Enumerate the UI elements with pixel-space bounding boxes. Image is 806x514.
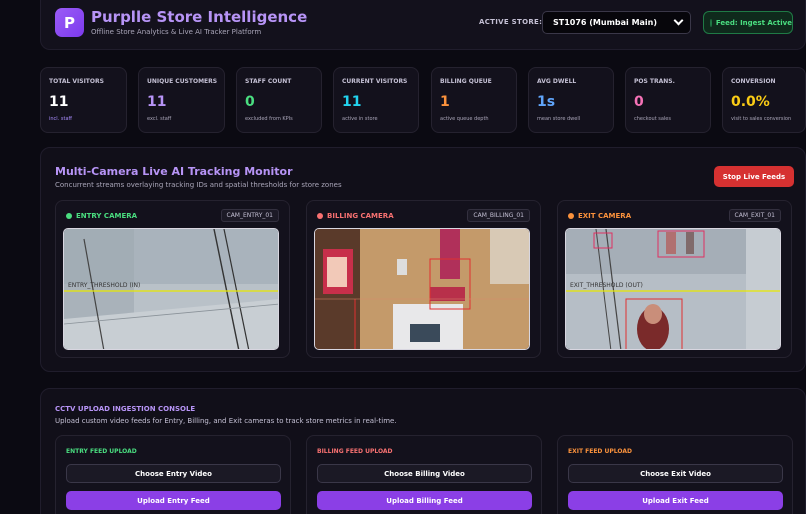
active-store-select[interactable]: ST1076 (Mumbai Main) <box>542 11 691 34</box>
kpi-sub: incl. staff <box>49 116 72 122</box>
kpi-billing-queue: BILLING QUEUE 1 active queue depth <box>431 67 517 133</box>
entry-upload-card: ENTRY FEED UPLOAD Choose Entry Video Upl… <box>55 435 291 514</box>
kpi-value: 0 <box>634 94 644 110</box>
app-header: P Purplle Store Intelligence Offline Sto… <box>40 0 806 50</box>
logo-icon: P <box>55 8 84 37</box>
kpi-sub: excluded from KPIs <box>245 116 293 122</box>
exit-camera-feed[interactable]: EXIT_THRESHOLD (OUT) <box>565 228 781 350</box>
camera-status-dot-icon <box>317 213 323 219</box>
kpi-label: AVG DWELL <box>537 78 577 85</box>
billing-camera-card: BILLING CAMERA CAM_BILLING_01 <box>306 200 541 358</box>
exit-feed-image: EXIT_THRESHOLD (OUT) <box>566 229 780 349</box>
feed-status-text: Feed: Ingest Active <box>715 18 792 27</box>
app-title: Purplle Store Intelligence <box>91 8 308 26</box>
kpi-sub: active queue depth <box>440 116 489 122</box>
camera-name: EXIT CAMERA <box>578 212 632 220</box>
kpi-unique-customers: UNIQUE CUSTOMERS 11 excl. staff <box>138 67 225 133</box>
upload-console-subtitle: Upload custom video feeds for Entry, Bil… <box>55 417 397 425</box>
kpi-label: UNIQUE CUSTOMERS <box>147 78 218 85</box>
active-store-label: ACTIVE STORE: <box>479 18 543 26</box>
exit-upload-card: EXIT FEED UPLOAD Choose Exit Video Uploa… <box>557 435 793 514</box>
kpi-label: CONVERSION <box>731 78 776 85</box>
kpi-sub: visit to sales conversion <box>731 116 792 122</box>
camera-name: BILLING CAMERA <box>327 212 394 220</box>
camera-id-badge: CAM_EXIT_01 <box>728 209 781 222</box>
exit-threshold-label: EXIT_THRESHOLD (OUT) <box>570 282 643 289</box>
kpi-value: 11 <box>49 94 69 110</box>
upload-exit-feed-button[interactable]: Upload Exit Feed <box>568 491 783 510</box>
kpi-sub: active in store <box>342 116 378 122</box>
billing-feed-image <box>315 229 529 349</box>
choose-exit-video-button[interactable]: Choose Exit Video <box>568 464 783 483</box>
choose-billing-video-button[interactable]: Choose Billing Video <box>317 464 532 483</box>
upload-console-title: CCTV UPLOAD INGESTION CONSOLE <box>55 405 196 413</box>
camera-id-badge: CAM_BILLING_01 <box>467 209 530 222</box>
kpi-label: POS TRANS. <box>634 78 675 85</box>
upload-card-label: ENTRY FEED UPLOAD <box>66 448 137 455</box>
kpi-label: BILLING QUEUE <box>440 78 492 85</box>
kpi-value: 1 <box>440 94 450 110</box>
stop-live-feeds-button[interactable]: Stop Live Feeds <box>714 166 794 187</box>
billing-camera-feed[interactable] <box>314 228 530 350</box>
kpi-value: 1s <box>537 94 556 110</box>
tracking-monitor-panel: Multi-Camera Live AI Tracking Monitor Co… <box>40 147 806 372</box>
kpi-value: 11 <box>342 94 362 110</box>
billing-upload-card: BILLING FEED UPLOAD Choose Billing Video… <box>306 435 542 514</box>
upload-billing-feed-button[interactable]: Upload Billing Feed <box>317 491 532 510</box>
upload-console-panel: CCTV UPLOAD INGESTION CONSOLE Upload cus… <box>40 388 806 514</box>
monitor-subtitle: Concurrent streams overlaying tracking I… <box>55 181 342 189</box>
active-store-value: ST1076 (Mumbai Main) <box>553 18 658 27</box>
status-dot-icon <box>710 18 712 27</box>
upload-card-label: EXIT FEED UPLOAD <box>568 448 632 455</box>
entry-threshold-label: ENTRY_THRESHOLD (IN) <box>68 282 140 289</box>
upload-entry-feed-button[interactable]: Upload Entry Feed <box>66 491 281 510</box>
kpi-value: 0.0% <box>731 94 770 110</box>
app-subtitle: Offline Store Analytics & Live AI Tracke… <box>91 28 262 36</box>
kpi-total-visitors: TOTAL VISITORS 11 incl. staff <box>40 67 127 133</box>
upload-card-label: BILLING FEED UPLOAD <box>317 448 393 455</box>
kpi-label: STAFF COUNT <box>245 78 292 85</box>
kpi-current-visitors: CURRENT VISITORS 11 active in store <box>333 67 419 133</box>
kpi-staff-count: STAFF COUNT 0 excluded from KPIs <box>236 67 322 133</box>
entry-camera-feed[interactable]: ENTRY_THRESHOLD (IN) <box>63 228 279 350</box>
kpi-avg-dwell: AVG DWELL 1s mean store dwell <box>528 67 614 133</box>
kpi-label: CURRENT VISITORS <box>342 78 408 85</box>
entry-feed-image: ENTRY_THRESHOLD (IN) <box>64 229 278 349</box>
camera-name: ENTRY CAMERA <box>76 212 138 220</box>
chevron-down-icon <box>673 15 684 26</box>
entry-camera-card: ENTRY CAMERA CAM_ENTRY_01 ENTRY_THRESHOL… <box>55 200 290 358</box>
camera-status-dot-icon <box>568 213 574 219</box>
choose-entry-video-button[interactable]: Choose Entry Video <box>66 464 281 483</box>
kpi-sub: excl. staff <box>147 116 172 122</box>
monitor-title: Multi-Camera Live AI Tracking Monitor <box>55 165 293 178</box>
kpi-value: 11 <box>147 94 167 110</box>
feed-status-badge: Feed: Ingest Active <box>703 11 793 34</box>
kpi-label: TOTAL VISITORS <box>49 78 104 85</box>
camera-id-badge: CAM_ENTRY_01 <box>220 209 279 222</box>
camera-status-dot-icon <box>66 213 72 219</box>
kpi-sub: mean store dwell <box>537 116 581 122</box>
kpi-pos-trans: POS TRANS. 0 checkout sales <box>625 67 711 133</box>
exit-camera-card: EXIT CAMERA CAM_EXIT_01 EXIT_THRESHOLD (… <box>557 200 792 358</box>
kpi-conversion: CONVERSION 0.0% visit to sales conversio… <box>722 67 806 133</box>
kpi-sub: checkout sales <box>634 116 671 122</box>
kpi-value: 0 <box>245 94 255 110</box>
